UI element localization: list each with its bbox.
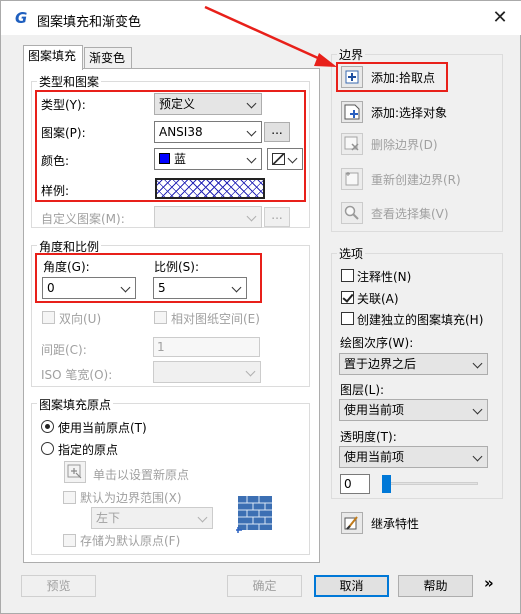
add-select-label: 添加:选择对象 [371,105,448,120]
paintbrush-icon [341,512,363,534]
separate-hatch-label: 创建独立的图案填充(H) [357,313,484,327]
chevron-down-icon [246,362,256,382]
preview-button[interactable]: 预览 [21,575,96,597]
store-default-checkbox[interactable] [63,534,76,547]
highlight-angle-scale [35,253,262,303]
inherit-properties-button[interactable]: 继承特性 [341,511,419,535]
brick-origin-icon [235,494,275,534]
associative-label: 关联(A) [357,292,399,306]
click-origin-button[interactable] [64,461,86,483]
more-options-button[interactable]: » [484,574,494,592]
recreate-boundary-label: 重新创建边界(R) [371,172,461,187]
ok-button[interactable]: 确定 [227,575,302,597]
default-extent-label: 默认为边界范围(X) [80,491,182,505]
layer-select[interactable]: 使用当前项 [339,399,488,421]
help-button[interactable]: 帮助 [398,575,473,597]
view-selections-label: 查看选择集(V) [371,206,449,221]
remove-boundary-icon [341,133,363,155]
dialog-title: 图案填充和渐变色 [37,15,142,30]
remove-boundary-label: 删除边界(D) [371,137,438,152]
spacing-label: 间距(C): [41,343,87,357]
origin-group-label: 图案填充原点 [37,396,114,413]
app-logo-icon: G [15,9,28,27]
custom-pattern-label: 自定义图案(M): [41,212,125,226]
use-current-origin-label: 使用当前原点(T) [58,421,147,435]
transparency-value-input[interactable]: 0 [340,474,370,494]
click-origin-label: 单击以设置新原点 [93,468,190,482]
chevron-down-icon [473,447,483,467]
transparency-select[interactable]: 使用当前项 [339,446,488,468]
remove-boundaries-button[interactable]: 删除边界(D) [341,132,438,156]
options-group-label: 选项 [337,245,366,262]
associative-checkbox[interactable] [341,291,354,304]
annotative-checkbox[interactable] [341,269,354,282]
transparency-slider-thumb[interactable] [382,475,391,493]
inherit-properties-label: 继承特性 [371,516,420,531]
tab-hatch[interactable]: 图案填充 [23,45,83,70]
chevron-down-icon [473,354,483,374]
hatch-dialog: G 图案填充和渐变色 ✕ 图案填充 渐变色 类型和图案 类型(Y): 预定义 图… [0,0,521,614]
spacing-input[interactable]: 1 [153,337,260,357]
iso-pen-label: ISO 笔宽(O): [41,368,113,382]
double-checkbox[interactable] [42,311,55,324]
view-selections-button[interactable]: 查看选择集(V) [341,201,449,225]
annotative-label: 注释性(N) [357,270,412,284]
recreate-boundary-icon [341,168,363,190]
relative-paper-label: 相对图纸空间(E) [171,312,260,326]
add-select-objects-button[interactable]: 添加:选择对象 [341,100,447,124]
custom-pattern-select[interactable] [154,206,262,228]
tab-gradient[interactable]: 渐变色 [84,47,132,69]
chevron-down-icon [247,207,257,227]
annotation-arrow-icon [204,5,337,67]
use-current-origin-radio[interactable] [41,420,54,433]
relative-paper-checkbox[interactable] [154,311,167,324]
draw-order-label: 绘图次序(W): [340,336,414,350]
close-icon[interactable]: ✕ [489,7,511,29]
recreate-boundary-button[interactable]: 重新创建边界(R) [341,167,461,191]
highlight-add-pick [336,62,448,92]
crosshair-icon [67,464,82,479]
store-default-label: 存储为默认原点(F) [80,534,181,548]
cancel-button[interactable]: 取消 [314,575,389,597]
double-label: 双向(U) [59,312,102,326]
custom-browse-button[interactable]: ... [264,207,290,227]
transparency-label: 透明度(T): [340,430,397,444]
add-select-icon [341,101,363,123]
chevron-down-icon [198,508,208,528]
type-pattern-group-label: 类型和图案 [37,73,102,90]
origin-position-select[interactable]: 左下 [91,507,213,529]
highlight-type-pattern [35,90,306,202]
iso-pen-select[interactable] [153,361,261,383]
specified-origin-radio[interactable] [41,442,54,455]
magnifier-icon [341,202,363,224]
specified-origin-label: 指定的原点 [58,443,119,457]
transparency-slider-track[interactable] [382,482,478,485]
chevron-down-icon [473,400,483,420]
draw-order-select[interactable]: 置于边界之后 [339,353,488,375]
separate-hatch-checkbox[interactable] [341,312,354,325]
layer-label: 图层(L): [340,383,385,397]
default-extent-checkbox[interactable] [63,491,76,504]
